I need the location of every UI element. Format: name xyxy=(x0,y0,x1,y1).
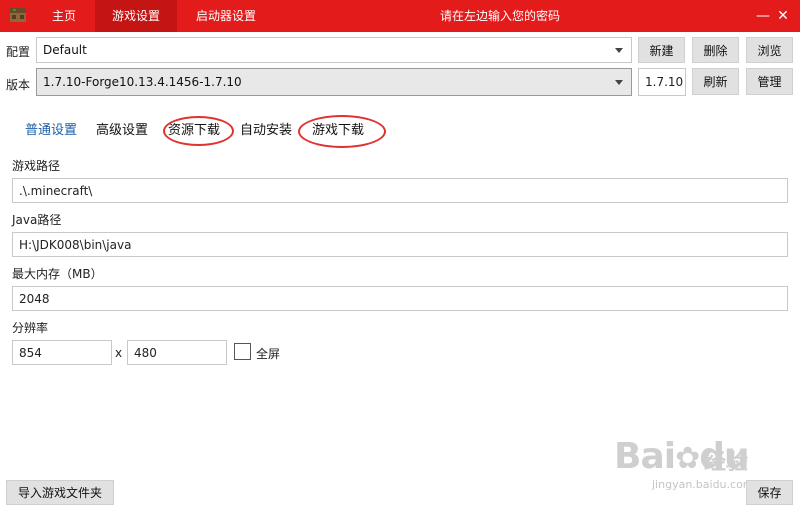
title-bar: 主页 游戏设置 启动器设置 请在左边输入您的密码 — ✕ xyxy=(0,0,800,32)
subtab-general[interactable]: 普通设置 xyxy=(25,121,77,141)
close-button[interactable]: ✕ xyxy=(772,0,794,32)
resolution-height-input[interactable]: 480 xyxy=(127,340,227,365)
highlight-circle xyxy=(298,115,386,148)
version-value: 1.7.10-Forge10.13.4.1456-1.7.10 xyxy=(43,75,242,89)
java-path-label: Java路径 xyxy=(12,213,62,227)
version-short-field: 1.7.10 xyxy=(638,68,686,96)
new-profile-button[interactable]: 新建 xyxy=(638,37,685,63)
minecraft-logo-icon xyxy=(10,8,26,22)
watermark-brand: Bai xyxy=(614,436,676,477)
tab-game-settings[interactable]: 游戏设置 xyxy=(95,0,177,32)
version-select[interactable]: 1.7.10-Forge10.13.4.1456-1.7.10 xyxy=(36,68,632,96)
chevron-down-icon xyxy=(615,80,623,85)
manage-button[interactable]: 管理 xyxy=(746,68,793,95)
game-path-input[interactable]: .\.minecraft\ xyxy=(12,178,788,203)
subtab-advanced[interactable]: 高级设置 xyxy=(96,121,148,141)
import-game-folder-button[interactable]: 导入游戏文件夹 xyxy=(6,480,114,505)
refresh-button[interactable]: 刷新 xyxy=(692,68,739,95)
minimize-button[interactable]: — xyxy=(752,0,774,32)
delete-profile-button[interactable]: 删除 xyxy=(692,37,739,63)
highlight-circle xyxy=(163,116,234,146)
resolution-width-input[interactable]: 854 xyxy=(12,340,112,365)
profile-select[interactable]: Default xyxy=(36,37,632,63)
max-memory-input[interactable]: 2048 xyxy=(12,286,788,311)
window-title: 请在左边输入您的密码 xyxy=(439,9,560,23)
browse-button[interactable]: 浏览 xyxy=(746,37,793,63)
save-button[interactable]: 保存 xyxy=(746,480,793,505)
max-memory-label: 最大内存（MB） xyxy=(12,267,103,281)
tab-home[interactable]: 主页 xyxy=(38,0,90,32)
resolution-times-sign: x xyxy=(115,346,123,360)
subtab-auto-install[interactable]: 自动安装 xyxy=(240,121,292,141)
profile-label: 配置 xyxy=(6,45,31,59)
chevron-down-icon xyxy=(615,48,623,53)
fullscreen-label: 全屏 xyxy=(256,347,281,361)
watermark-jingyan: 经验 xyxy=(704,450,749,475)
tab-launcher-settings[interactable]: 启动器设置 xyxy=(181,0,271,32)
version-label: 版本 xyxy=(6,78,31,92)
resolution-label: 分辨率 xyxy=(12,321,49,335)
paw-icon: ✿ xyxy=(675,441,700,476)
watermark-url: jingyan.baidu.com xyxy=(652,478,754,491)
java-path-input[interactable]: H:\JDK008\bin\java xyxy=(12,232,788,257)
game-path-label: 游戏路径 xyxy=(12,159,61,173)
fullscreen-checkbox[interactable] xyxy=(234,343,251,360)
profile-value: Default xyxy=(43,43,87,57)
